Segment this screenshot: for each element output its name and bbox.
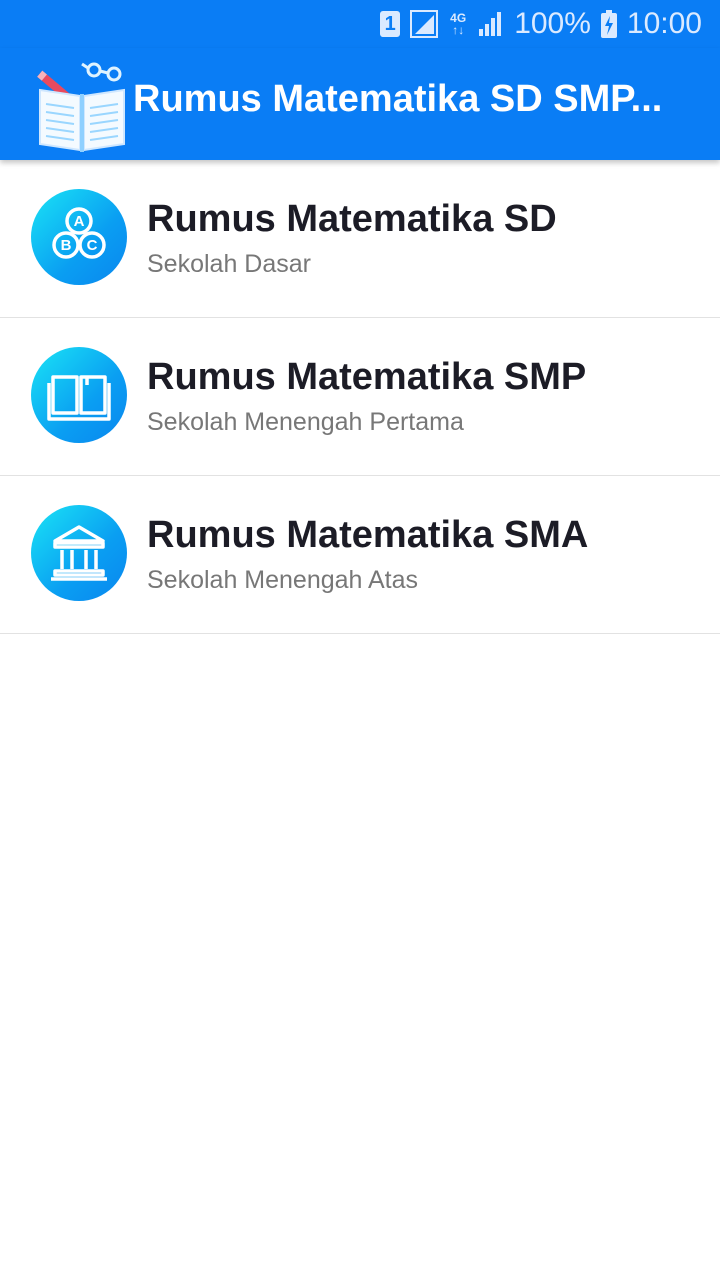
app-bar: Rumus Matematika SD SMP... [0,48,720,160]
item-subtitle: Sekolah Menengah Pertama [147,408,464,436]
book-icon [31,347,127,443]
clock: 10:00 [626,7,702,40]
network-type-icon: 4G ↑↓ [450,11,467,37]
list-item-smp[interactable]: Rumus Matematika SMP Sekolah Menengah Pe… [0,318,720,476]
item-subtitle: Sekolah Menengah Atas [147,566,419,594]
item-title: Rumus Matematika SD [147,198,557,240]
list-item-sd[interactable]: A B C Rumus Matematika SD Sekolah Dasar [0,160,720,318]
svg-text:C: C [87,237,98,254]
item-subtitle: Sekolah Dasar [147,250,311,278]
sim-icon: 1 [380,11,401,37]
item-title: Rumus Matematika SMP [147,356,587,398]
svg-text:A: A [74,213,85,230]
battery-charging-icon [600,10,617,38]
open-book-logo-icon [37,62,125,152]
battery-percentage: 100% [514,7,591,40]
status-bar: 1 4G ↑↓ 100% 10:00 [0,0,720,48]
app-title: Rumus Matematika SD SMP... [133,78,663,120]
svg-text:B: B [61,237,72,254]
school-building-icon [31,505,127,601]
status-indicators: 1 4G ↑↓ 100% 10:00 [380,6,702,42]
level-list: A B C Rumus Matematika SD Sekolah Dasar … [0,160,720,634]
list-item-sma[interactable]: Rumus Matematika SMA Sekolah Menengah At… [0,476,720,634]
abc-blocks-icon: A B C [31,189,127,285]
cell-signal-icon [479,12,502,36]
item-title: Rumus Matematika SMA [147,514,589,556]
signal-icon [410,10,439,38]
